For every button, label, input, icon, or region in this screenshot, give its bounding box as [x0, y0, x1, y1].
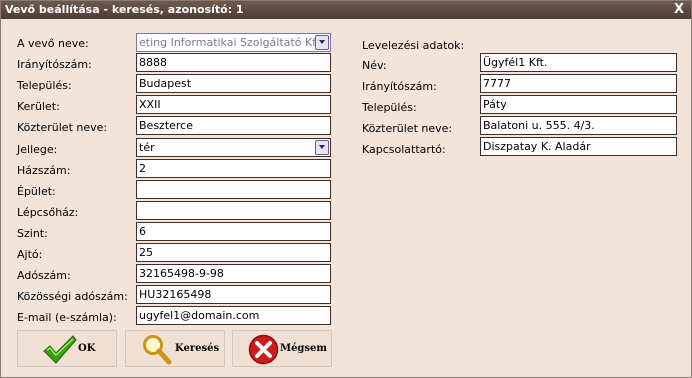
door-field[interactable]: 25	[136, 243, 331, 262]
buyer-name-value: eting Informatikai Szolgáltató Kft.	[139, 36, 324, 49]
door-label: Ajtó:	[17, 248, 43, 261]
buyer-name-select[interactable]: eting Informatikai Szolgáltató Kft.	[136, 33, 331, 52]
street-type-label: Jellege:	[17, 143, 58, 156]
window-title: Vevő beállítása - keresés, azonosító: 1	[5, 3, 244, 16]
postal-code-label: Irányítószám:	[17, 58, 92, 71]
city-label: Település:	[17, 79, 72, 92]
dialog-window: Vevő beállítása - keresés, azonosító: 1 …	[0, 0, 692, 378]
street-type-value: tér	[139, 141, 155, 154]
mailing-data-heading: Levelezési adatok:	[362, 39, 465, 52]
city-field[interactable]: Budapest	[136, 74, 331, 93]
checkmark-icon	[43, 335, 77, 364]
contact-person-label: Kapcsolattartó:	[362, 143, 446, 156]
mailing-city-field[interactable]: Páty	[480, 95, 677, 114]
contact-person-field[interactable]: Diszpatay K. Aladár	[480, 137, 677, 156]
building-field[interactable]	[136, 180, 331, 199]
house-number-field[interactable]: 2	[136, 159, 331, 178]
mailing-postal-code-field[interactable]: 7777	[480, 74, 677, 93]
email-field[interactable]: ugyfel1@domain.com	[136, 306, 331, 325]
street-type-select[interactable]: tér	[136, 138, 331, 157]
postal-code-field[interactable]: 8888	[136, 53, 331, 72]
magnifier-icon	[143, 335, 172, 365]
mailing-postal-code-label: Irányítószám:	[362, 80, 437, 93]
search-label: Keresés	[175, 343, 220, 354]
ok-label: OK	[78, 343, 96, 354]
building-label: Épület:	[17, 185, 56, 198]
eu-tax-number-label: Közösségi adószám:	[17, 290, 128, 303]
tax-number-field[interactable]: 32165498-9-98	[136, 264, 331, 283]
mailing-street-field[interactable]: Balatoni u. 555. 4/3.	[480, 116, 677, 135]
chevron-down-icon[interactable]	[315, 140, 329, 155]
mailing-street-label: Közterület neve:	[362, 122, 453, 135]
mailing-name-field[interactable]: Ügyfél1 Kft.	[480, 53, 677, 72]
title-bar: Vevő beállítása - keresés, azonosító: 1 …	[1, 1, 691, 19]
mailing-city-label: Település:	[362, 101, 417, 114]
cancel-button[interactable]: Mégsem	[232, 330, 332, 367]
house-number-label: Házszám:	[17, 164, 71, 177]
eu-tax-number-field[interactable]: HU32165498	[136, 285, 331, 304]
street-name-field[interactable]: Beszterce	[136, 116, 331, 135]
buyer-name-label: A vevő neve:	[17, 37, 89, 50]
district-label: Kerület:	[17, 100, 60, 113]
ok-button[interactable]: OK	[17, 330, 117, 367]
street-name-label: Közterület neve:	[17, 121, 108, 134]
district-field[interactable]: XXII	[136, 95, 331, 114]
email-label: E-mail (e-számla):	[17, 311, 117, 324]
red-x-icon	[248, 334, 279, 365]
chevron-down-icon[interactable]	[315, 35, 329, 50]
mailing-name-label: Név:	[362, 59, 387, 72]
cancel-label: Mégsem	[280, 343, 327, 354]
staircase-field[interactable]	[136, 201, 331, 220]
close-button[interactable]: X	[672, 1, 686, 19]
tax-number-label: Adószám:	[17, 269, 71, 282]
floor-field[interactable]: 6	[136, 222, 331, 241]
floor-label: Szint:	[17, 227, 48, 240]
staircase-label: Lépcsőház:	[17, 206, 79, 219]
search-button[interactable]: Keresés	[125, 330, 225, 367]
